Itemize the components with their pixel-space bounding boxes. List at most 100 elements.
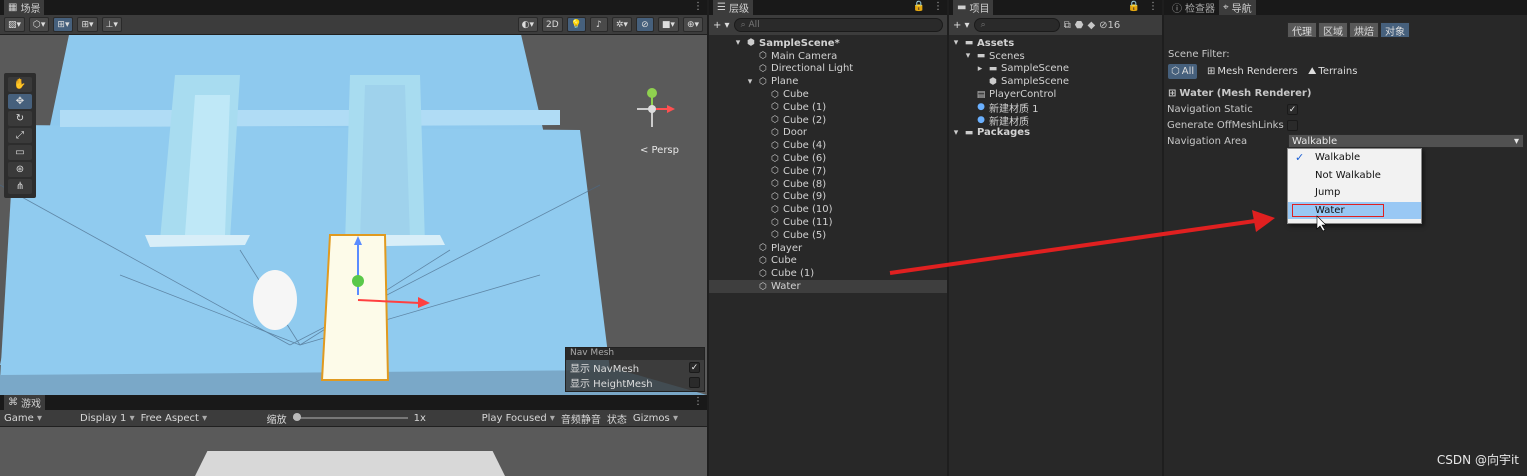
area-option-water[interactable]: Water [1288,201,1421,219]
show-heightmesh-checkbox[interactable] [689,377,700,388]
nav-tab-areas[interactable]: 区域 [1318,22,1348,38]
nav-tab-bake[interactable]: 烘焙 [1349,22,1379,38]
scene-view[interactable]: ✋ ✥ ↻ ⤢ ▭ ⊛ ⋔ < Persp [0,35,707,395]
stats-button[interactable]: 状态 [607,411,627,426]
generate-offmeshlinks-checkbox[interactable] [1287,120,1298,131]
hierarchy-item[interactable]: ⬡ Cube (6) [709,152,947,165]
show-heightmesh-row[interactable]: 显示 HeightMesh [566,375,704,390]
hierarchy-item[interactable]: ⬡ Cube (7) [709,165,947,178]
tab-navigation[interactable]: ⌖ 导航 [1219,0,1256,15]
hierarchy-item[interactable]: ⬡ Cube (9) [709,191,947,204]
display-dropdown[interactable]: Display 1 [80,413,135,424]
tab-game[interactable]: ⌘ 游戏 [4,395,45,410]
filter-terrains[interactable]: ⛰ Terrains [1305,64,1360,79]
hierarchy-item[interactable]: ⬡ Main Camera [709,50,947,63]
game-mode-dropdown[interactable]: Game [4,413,74,424]
lock-icon[interactable]: 🔒 [913,1,925,12]
hierarchy-item[interactable]: ⬡ Cube (10) [709,203,947,216]
area-option-not-walkable[interactable]: Not Walkable [1288,167,1421,185]
search-by-label-icon[interactable]: ⬣ [1075,20,1084,31]
hierarchy-search-input[interactable]: ⌕ All [733,18,943,32]
filter-mesh-renderers[interactable]: ⊞ Mesh Renderers [1204,64,1301,79]
hierarchy-item[interactable]: ⬡ Cube [709,88,947,101]
project-item[interactable]: ▤ PlayerControl [949,88,1162,101]
filter-all[interactable]: ⬡ All [1168,64,1198,79]
rotate-tool-icon[interactable]: ↻ [8,111,32,126]
gizmos-button[interactable]: ⊕▾ [682,17,703,32]
persp-label[interactable]: < Persp [640,145,679,156]
transform-tool-icon[interactable]: ⊛ [8,162,32,177]
project-item[interactable]: ⬢ SampleScene [949,75,1162,88]
navigation-static-checkbox[interactable]: ✓ [1287,104,1298,115]
hidden-toggle[interactable]: ⊘ [635,17,654,32]
rect-tool-icon[interactable]: ▭ [8,145,32,160]
add-button[interactable]: + ▾ [713,20,730,31]
hierarchy-item[interactable]: ⬡ Door [709,127,947,140]
project-item[interactable]: ● 新建材质 [949,114,1162,128]
hidden-packages-icon[interactable]: ⊘16 [1099,20,1120,31]
scale-slider[interactable] [292,413,408,421]
tab-inspector[interactable]: ⓘ 检查器 [1168,0,1219,15]
search-by-type-icon[interactable]: ⧉ [1064,20,1071,31]
scale-tool-icon[interactable]: ⤢ [8,128,32,143]
nav-tab-agents[interactable]: 代理 [1287,22,1317,38]
tab-scene[interactable]: ▦ 场景 [4,0,45,15]
mute-audio-button[interactable]: 音频静音 [561,411,601,426]
project-item[interactable]: ● 新建材质 1 [949,101,1162,115]
area-option-walkable[interactable]: ✓ Walkable [1288,149,1421,167]
show-navmesh-checkbox[interactable]: ✓ [689,362,700,373]
area-option-jump[interactable]: Jump [1288,184,1421,202]
create-button[interactable]: + ▾ [953,20,970,31]
increment-snap-button[interactable]: ⊥▾ [101,17,122,32]
draw-mode-button[interactable]: ⬡▾ [29,17,50,32]
orientation-gizmo[interactable] [627,83,677,135]
custom-tool-icon[interactable]: ⋔ [8,179,32,194]
tag-icon[interactable]: ◆ [1087,20,1095,31]
more-icon[interactable]: ⋮ [693,1,703,12]
aspect-dropdown[interactable]: Free Aspect [141,413,261,424]
camera-button[interactable]: ■▾ [657,17,679,32]
project-item[interactable]: ▾ ▬ Assets [949,37,1162,50]
hierarchy-item[interactable]: ⬡ Cube (2) [709,114,947,127]
game-view[interactable] [0,427,707,476]
hierarchy-item[interactable]: ⬡ Cube [709,255,947,268]
show-navmesh-row[interactable]: 显示 NavMesh ✓ [566,360,704,375]
hierarchy-item[interactable]: ⬡ Cube (1) [709,267,947,280]
more-icon[interactable]: ⋮ [693,396,703,407]
hierarchy-item[interactable]: ⬡ Directional Light [709,63,947,76]
effects-button[interactable]: ✲▾ [611,17,632,32]
hierarchy-item[interactable]: ⬡ Water [709,280,947,293]
hierarchy-item[interactable]: ⬡ Cube (5) [709,229,947,242]
lock-icon[interactable]: 🔒 [1128,1,1140,12]
move-tool-icon[interactable]: ✥ [8,94,32,109]
hierarchy-item[interactable]: ⬡ Cube (1) [709,101,947,114]
grid-button[interactable]: ⊞▾ [77,17,98,32]
tab-project[interactable]: ▬ 项目 [953,0,994,15]
more-icon[interactable]: ⋮ [933,1,943,12]
play-focused-dropdown[interactable]: Play Focused [482,413,555,424]
hierarchy-item[interactable]: ⬡ Cube (11) [709,216,947,229]
hierarchy-item[interactable]: ▾ ⬢ SampleScene* [709,37,947,50]
tab-hierarchy[interactable]: ☰ 层级 [713,0,753,15]
nav-tab-object[interactable]: 对象 [1380,22,1410,38]
hierarchy-item[interactable]: ⬡ Player [709,242,947,255]
foldout-arrow-icon[interactable]: ▾ [733,38,743,48]
hierarchy-item[interactable]: ⬡ Cube (4) [709,139,947,152]
project-item[interactable]: ▾ ▬ Scenes [949,50,1162,63]
project-item[interactable]: ▾ ▬ Packages [949,127,1162,140]
shading-mode-button[interactable]: ▨▾ [4,17,26,32]
grid-snap-button[interactable]: ⊞▾ [53,17,74,32]
foldout-arrow-icon[interactable]: ▾ [745,77,755,87]
gizmos-dropdown[interactable]: Gizmos [633,413,678,424]
more-icon[interactable]: ⋮ [1148,1,1158,12]
project-item[interactable]: ▸ ▬ SampleScene [949,63,1162,76]
2d-toggle[interactable]: 2D [541,17,563,32]
hierarchy-item[interactable]: ▾ ⬡ Plane [709,75,947,88]
hierarchy-item[interactable]: ⬡ Cube (8) [709,178,947,191]
navigation-area-dropdown[interactable]: Walkable ▾ [1288,134,1524,148]
render-mode-button[interactable]: ◐▾ [517,17,538,32]
audio-toggle[interactable]: ♪ [589,17,608,32]
scale-slider-handle[interactable] [292,413,301,421]
lighting-toggle[interactable]: 💡 [566,17,586,32]
view-tool-icon[interactable]: ✋ [8,77,32,92]
